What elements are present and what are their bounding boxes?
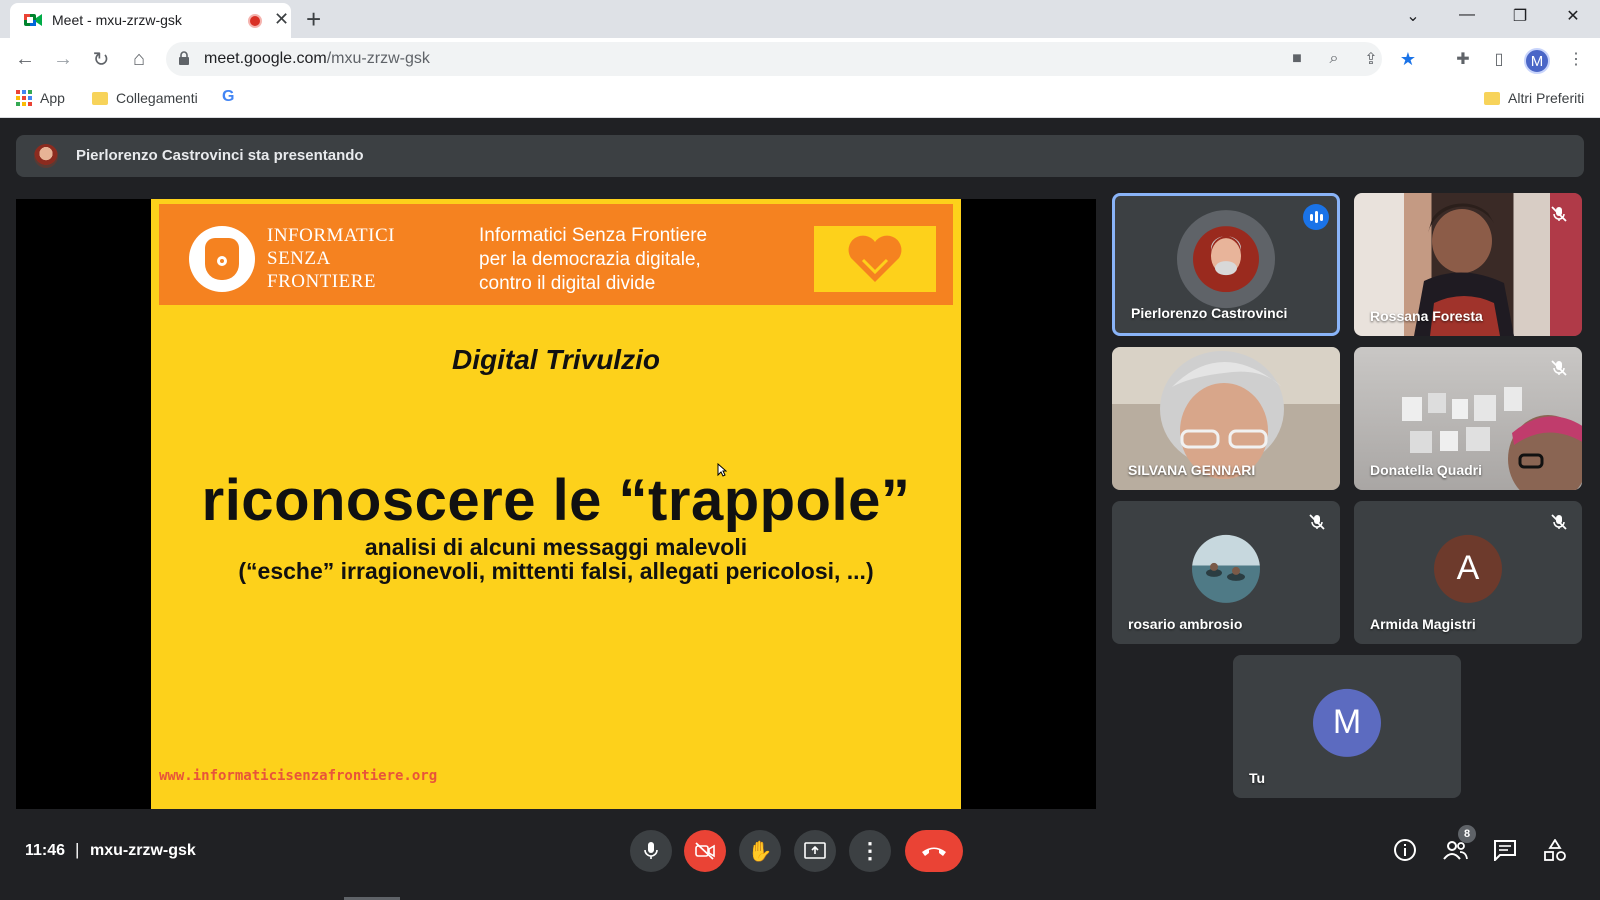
microphone-button[interactable] <box>630 830 672 872</box>
hand-icon: ✋ <box>747 840 773 863</box>
restore-button[interactable]: ❐ <box>1505 6 1535 26</box>
slide-banner: INFORMATICI SENZA FRONTIERE Informatici … <box>159 204 953 305</box>
profile-avatar[interactable]: M <box>1524 48 1550 74</box>
participants-count-badge: 8 <box>1458 825 1476 843</box>
more-options-button[interactable]: ⋮ <box>849 830 891 872</box>
leave-call-button[interactable] <box>905 830 963 872</box>
address-bar[interactable]: meet.google.com/mxu-zrzw-gsk ■ ⌕ ⇪ ★ <box>166 42 1416 76</box>
participant-name: SILVANA GENNARI <box>1128 462 1256 478</box>
activities-shapes-icon <box>1544 839 1566 861</box>
folder-icon <box>1484 91 1500 105</box>
home-button[interactable]: ⌂ <box>126 46 152 72</box>
mic-off-icon <box>1551 514 1567 530</box>
participant-tile-rossana[interactable]: Rossana Foresta <box>1354 193 1582 336</box>
speaking-indicator-icon <box>1303 204 1329 230</box>
camera-off-button[interactable] <box>684 830 726 872</box>
participant-name: Rossana Foresta <box>1370 308 1483 324</box>
mic-off-icon <box>1309 514 1325 530</box>
tab-meet[interactable]: Meet - mxu-zrzw-gsk ✕ <box>10 3 291 38</box>
minimize-button[interactable]: — <box>1452 6 1482 24</box>
chat-icon <box>1494 840 1516 861</box>
chat-button[interactable] <box>1491 836 1519 864</box>
shared-slide: INFORMATICI SENZA FRONTIERE Informatici … <box>151 199 961 809</box>
new-tab-button[interactable]: + <box>306 4 321 35</box>
bookmark-star-icon[interactable]: ★ <box>1397 48 1419 70</box>
slide-footer-url: www.informaticisenzafrontiere.org <box>159 768 438 784</box>
meeting-separator: | <box>75 840 80 859</box>
meeting-code: mxu-zrzw-gsk <box>90 842 196 859</box>
tab-search-chevron-icon[interactable]: ⌄ <box>1398 6 1428 26</box>
browser-toolbar: ← → ↻ ⌂ meet.google.com/mxu-zrzw-gsk ■ ⌕… <box>0 38 1600 80</box>
bookmark-apps[interactable]: App <box>16 90 65 106</box>
browser-tabstrip: Meet - mxu-zrzw-gsk ✕ + ⌄ — ❐ ✕ <box>0 0 1600 38</box>
apps-grid-icon <box>16 90 32 106</box>
camera-off-icon <box>695 842 715 860</box>
slide-title: riconoscere le “trappole” <box>201 468 911 533</box>
participant-tile-armida[interactable]: A Armida Magistri <box>1354 501 1582 644</box>
isf-hand-logo-icon <box>189 226 255 292</box>
tab-title: Meet - mxu-zrzw-gsk <box>52 12 182 28</box>
presentation-stage[interactable]: INFORMATICI SENZA FRONTIERE Informatici … <box>16 199 1096 809</box>
share-icon[interactable]: ⇪ <box>1360 48 1382 70</box>
participant-name: Tu <box>1249 770 1266 786</box>
org-tagline: Informatici Senza Frontiere per la democ… <box>479 225 708 294</box>
org-name: INFORMATICI SENZA FRONTIERE <box>267 225 395 292</box>
url-text: meet.google.com/mxu-zrzw-gsk <box>204 50 430 67</box>
side-panel-icon[interactable]: ▯ <box>1488 48 1510 70</box>
presentation-banner: Pierlorenzo Castrovinci sta presentando <box>16 135 1584 177</box>
bookmark-google-icon[interactable]: G <box>222 88 234 106</box>
tab-close-icon[interactable]: ✕ <box>274 9 289 30</box>
hang-up-icon <box>922 847 946 856</box>
more-vert-icon: ⋮ <box>859 838 881 863</box>
participant-tile-pierlorenzo[interactable]: Pierlorenzo Castrovinci <box>1112 193 1340 336</box>
meet-bottom-bar: 11:46 | mxu-zrzw-gsk ✋ ⋮ 8 <box>0 814 1600 900</box>
participant-tile-donatella[interactable]: Donatella Quadri <box>1354 347 1582 490</box>
forward-button[interactable]: → <box>50 46 76 72</box>
bookmark-other-favorites[interactable]: Altri Preferiti <box>1484 90 1584 106</box>
heart-hands-icon <box>814 226 936 292</box>
slide-line-1: analisi di alcuni messaggi malevoli <box>364 534 748 560</box>
meeting-details-button[interactable] <box>1391 836 1419 864</box>
google-meet-favicon-icon <box>24 14 42 26</box>
participant-tile-self[interactable]: M Tu <box>1233 655 1461 798</box>
meet-call-area: Pierlorenzo Castrovinci sta presentando … <box>0 119 1600 900</box>
mouse-cursor-icon <box>717 463 727 477</box>
activities-button[interactable] <box>1541 836 1569 864</box>
presenter-avatar <box>34 144 58 168</box>
participant-avatar <box>1192 534 1260 603</box>
participant-tile-rosario[interactable]: rosario ambrosio <box>1112 501 1340 644</box>
camera-in-use-icon[interactable]: ■ <box>1286 48 1308 70</box>
participant-name: rosario ambrosio <box>1128 616 1243 632</box>
participant-name: Pierlorenzo Castrovinci <box>1131 305 1288 321</box>
present-screen-icon <box>804 842 826 859</box>
extensions-icon[interactable]: ✚ <box>1452 48 1474 70</box>
participant-avatar <box>1177 209 1275 308</box>
mic-off-icon <box>1551 206 1567 222</box>
window-close-button[interactable]: ✕ <box>1558 6 1588 26</box>
meeting-time: 11:46 <box>25 842 66 859</box>
presenting-text: Pierlorenzo Castrovinci sta presentando <box>76 147 364 164</box>
info-icon <box>1394 839 1416 861</box>
recording-indicator-icon <box>248 14 262 28</box>
slide-subtitle: Digital Trivulzio <box>452 344 660 375</box>
slide-line-2: (“esche” irragionevoli, mittenti falsi, … <box>238 558 874 584</box>
menu-kebab-icon[interactable]: ⋮ <box>1565 48 1587 70</box>
raise-hand-button[interactable]: ✋ <box>739 830 781 872</box>
participant-avatar: A <box>1434 534 1502 603</box>
lock-icon <box>179 51 189 65</box>
mic-off-icon <box>1551 360 1567 376</box>
bookmark-collegamenti[interactable]: Collegamenti <box>92 90 198 106</box>
microphone-icon <box>644 842 658 859</box>
folder-icon <box>92 91 108 105</box>
self-avatar: M <box>1313 688 1381 757</box>
present-screen-button[interactable] <box>794 830 836 872</box>
participant-tile-silvana[interactable]: SILVANA GENNARI <box>1112 347 1340 490</box>
reload-button[interactable]: ↻ <box>88 46 114 72</box>
back-button[interactable]: ← <box>12 46 38 72</box>
participant-name: Armida Magistri <box>1370 616 1476 632</box>
bookmarks-bar: App Collegamenti G Altri Preferiti <box>0 80 1600 118</box>
zoom-icon[interactable]: ⌕ <box>1323 48 1345 70</box>
participant-name: Donatella Quadri <box>1370 462 1483 478</box>
